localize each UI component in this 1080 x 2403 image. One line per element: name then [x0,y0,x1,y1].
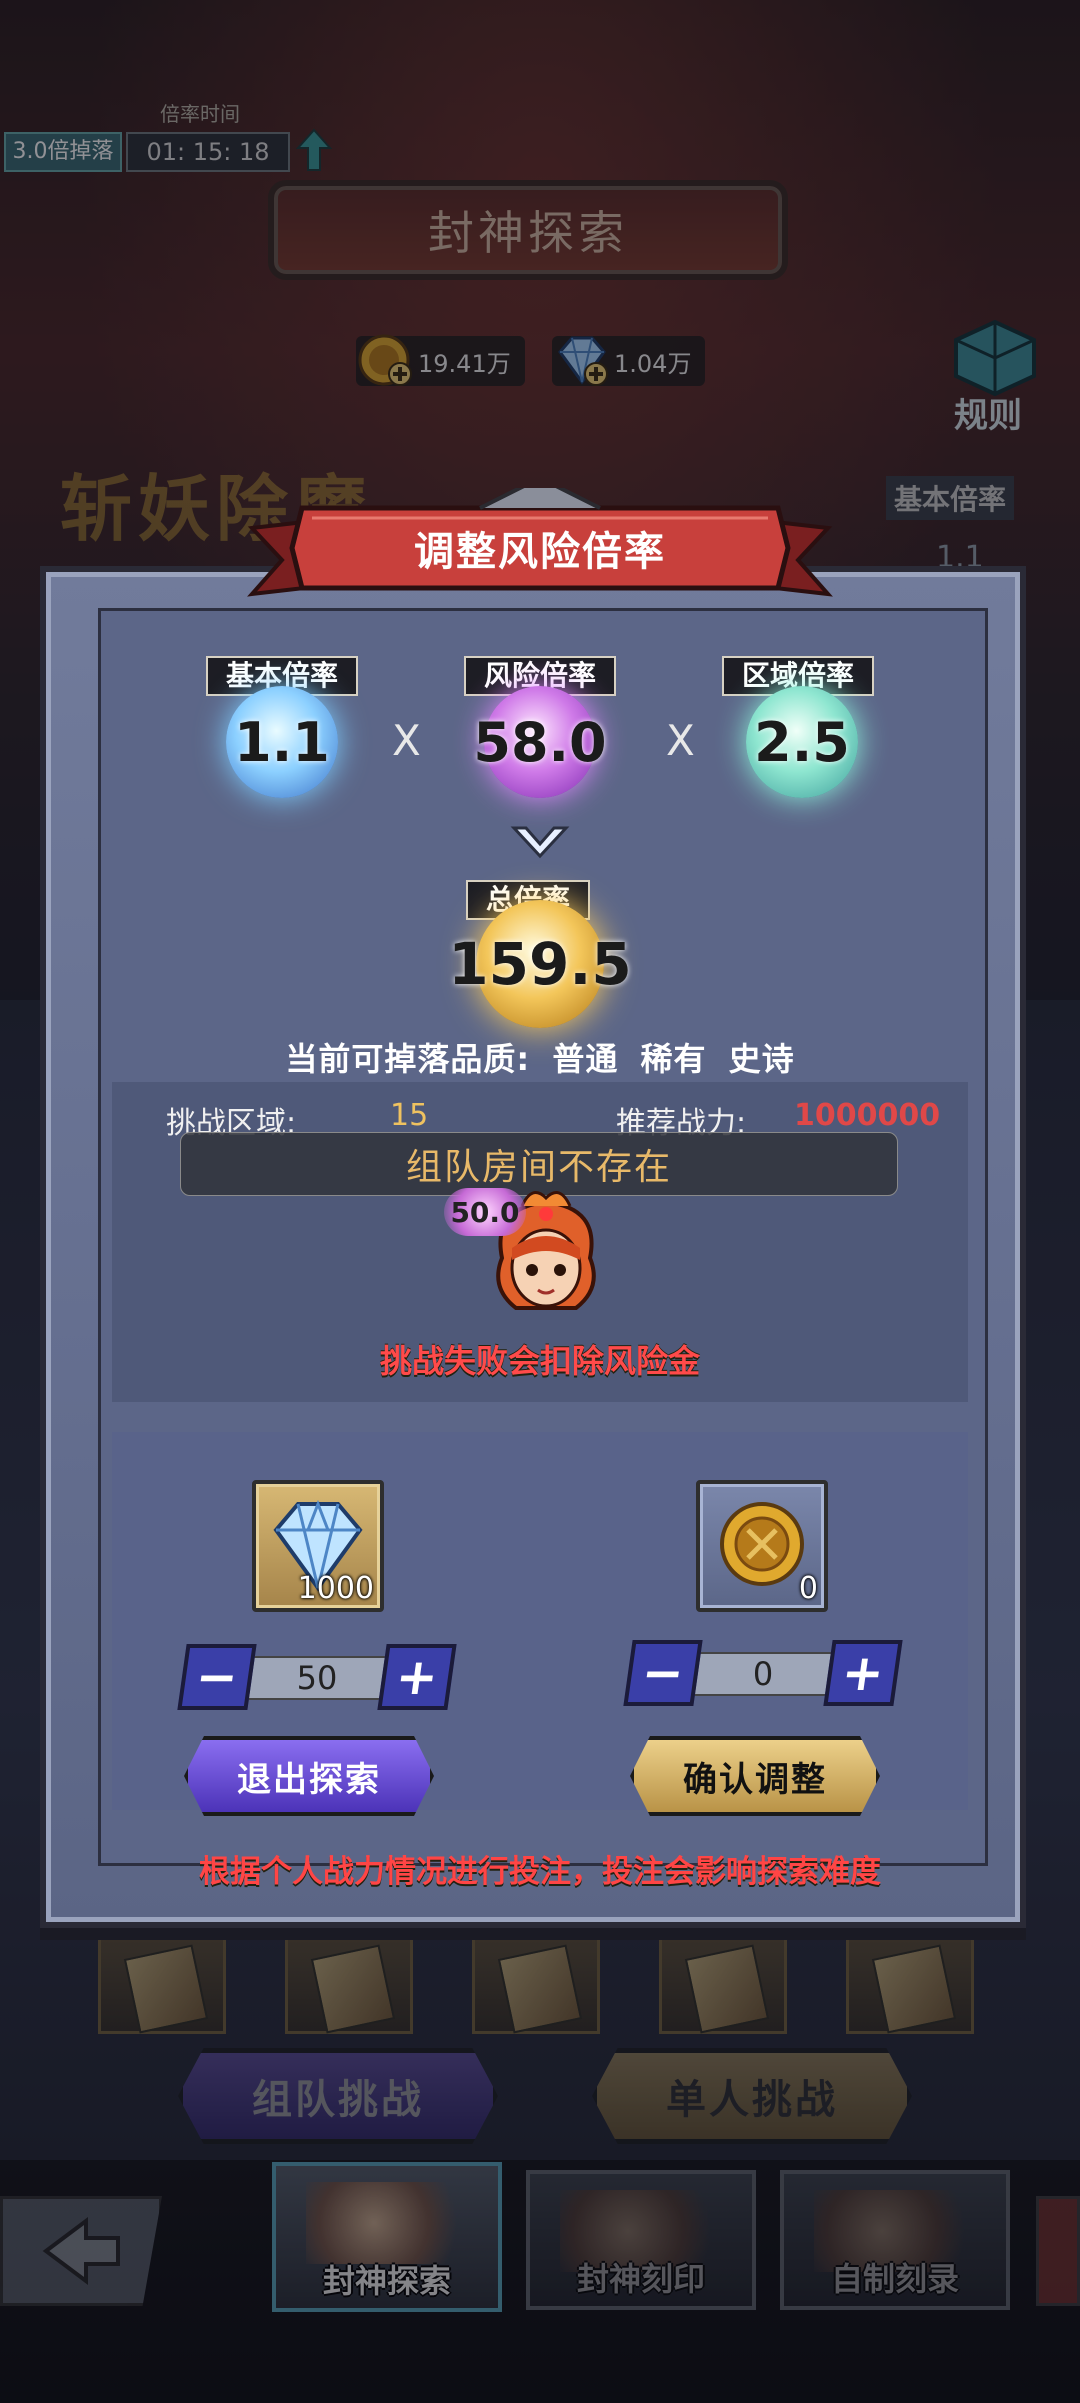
multiply-symbol: X [666,716,695,765]
total-rate-orb: 159.5 [448,900,632,1028]
gold-stake-slot: 0 [696,1480,828,1612]
drop-quality-line: 当前可掉落品质: 普通 稀有 史诗 [0,1034,1080,1080]
toast-message: 组队房间不存在 [180,1132,898,1196]
base-rate-value: 1.1 [234,710,330,774]
chevron-down-icon [510,826,570,859]
gold-owned-count: 0 [798,1571,818,1606]
gold-minus-button[interactable]: − [623,1640,703,1706]
quality-label: 当前可掉落品质: [285,1040,531,1078]
diamond-minus-button[interactable]: − [177,1644,257,1710]
quality-epic: 史诗 [728,1040,795,1078]
diamond-stake-slot: 1000 [252,1480,384,1612]
recommended-power-value: 1000000 [794,1098,941,1133]
diamond-owned-count: 1000 [297,1571,374,1606]
multiply-symbol: X [392,716,421,765]
zone-rate-value: 2.5 [754,710,850,774]
gold-plus-button[interactable]: + [823,1640,903,1706]
exit-explore-button[interactable]: 退出探索 [184,1736,434,1816]
zone-value: 15 [390,1098,429,1133]
risk-rate-value: 58.0 [473,710,607,774]
gold-stake-stepper: 0 − + [623,1640,903,1706]
zone-rate-orb: 2.5 [746,686,858,798]
base-rate-orb: 1.1 [226,686,338,798]
bet-note: 根据个人战力情况进行投注，投注会影响探索难度 [199,1854,881,1890]
fail-warning: 挑战失败会扣除风险金 [379,1342,700,1380]
risk-rate-orb: 58.0 [473,686,607,798]
dialog-title: 调整风险倍率 [414,529,666,575]
confirm-adjust-button[interactable]: 确认调整 [630,1736,880,1816]
diamond-plus-button[interactable]: + [377,1644,457,1710]
dialog-title-wrap: 调整风险倍率 [232,488,848,608]
diamond-stake-stepper: 50 − + [177,1644,457,1710]
avatar-risk-bubble: 50.0 [444,1188,526,1236]
total-rate-value: 159.5 [448,930,632,998]
quality-rare: 稀有 [640,1040,707,1078]
quality-common: 普通 [552,1040,619,1078]
